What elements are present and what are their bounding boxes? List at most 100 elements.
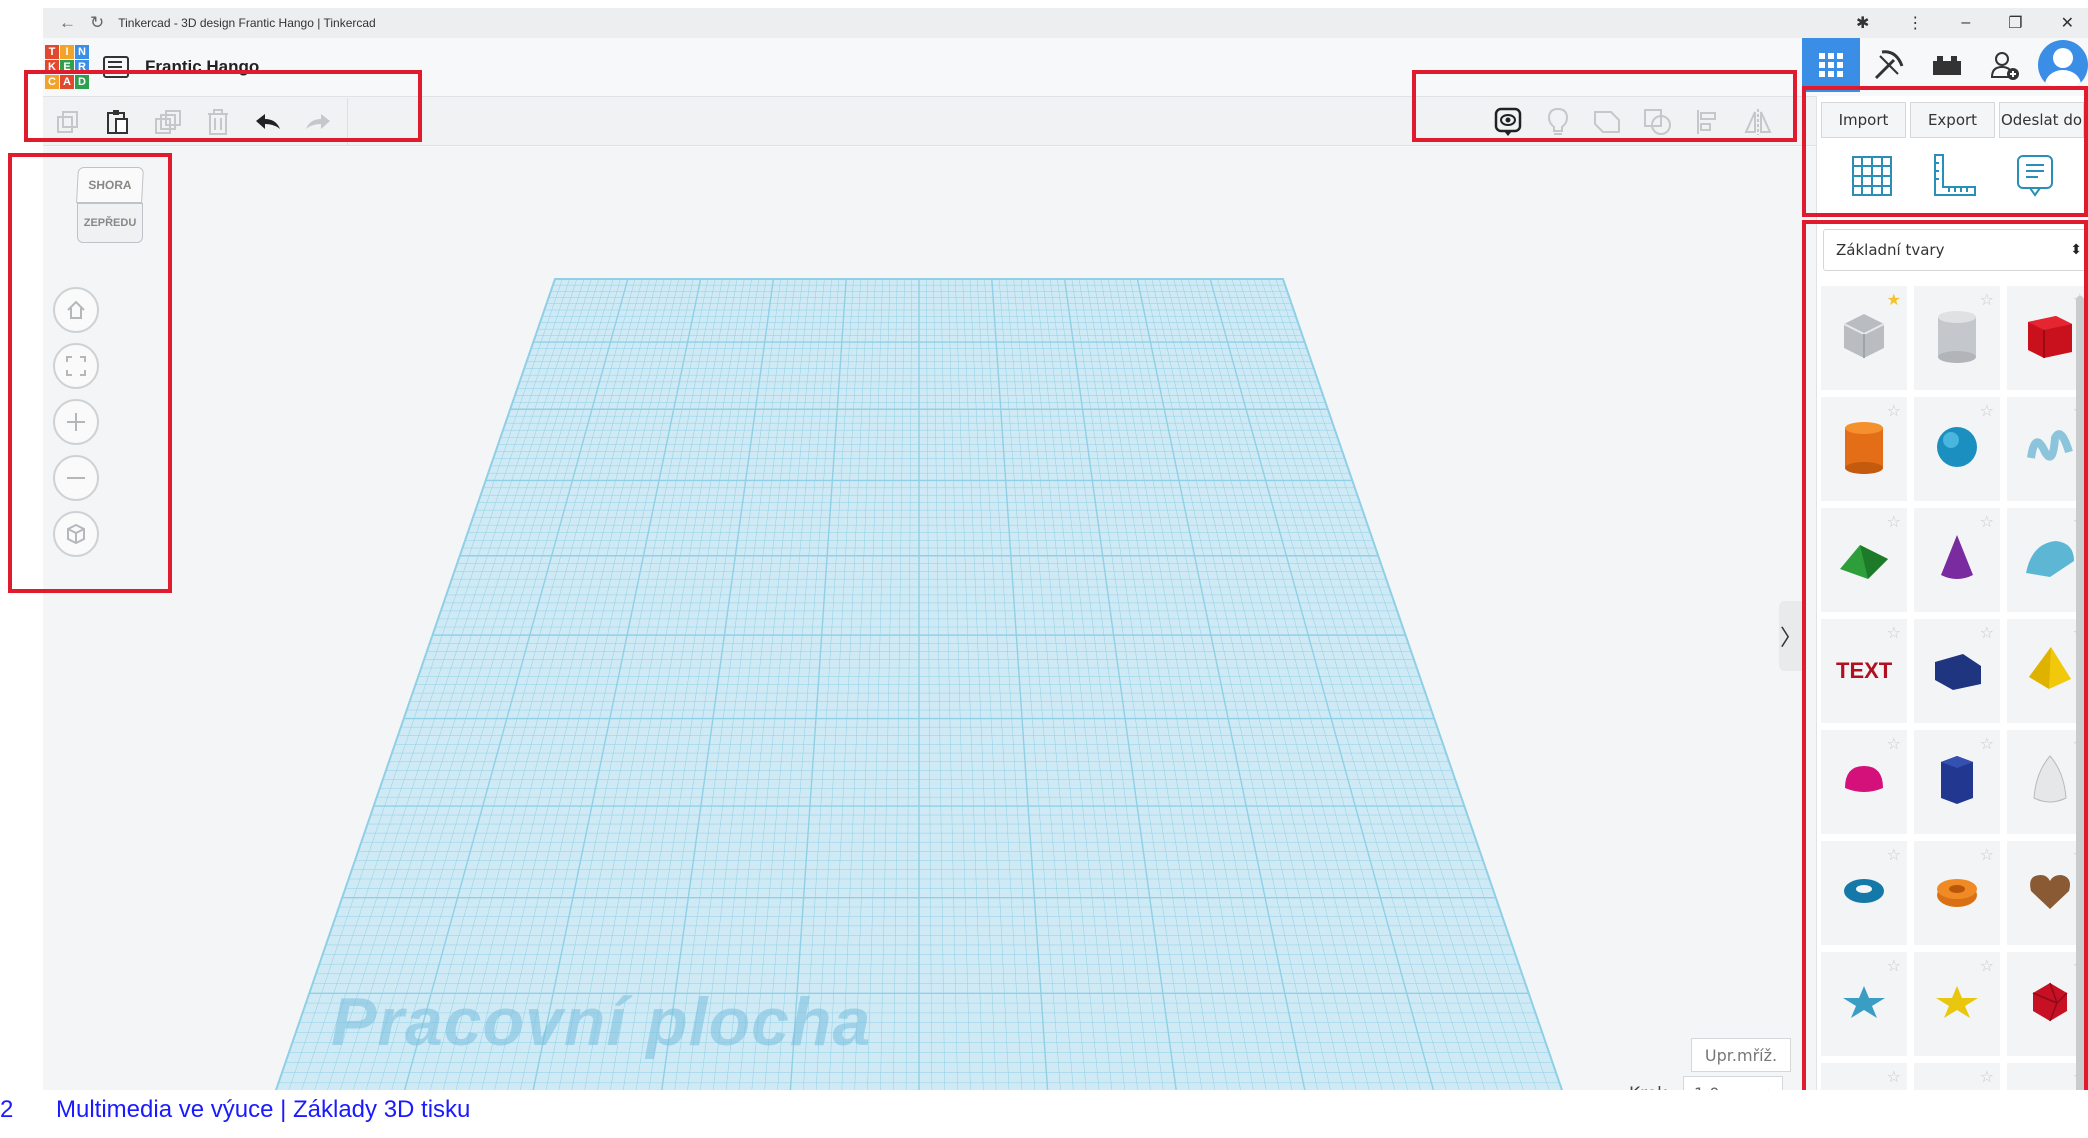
collapse-panel-button[interactable]: 〉	[1779, 601, 1803, 671]
view-cube-top-face[interactable]: SHORA	[76, 167, 144, 203]
duplicate-icon	[155, 110, 181, 134]
favorite-star-icon[interactable]: ★	[1887, 290, 1901, 310]
note-icon	[2016, 154, 2053, 197]
workplane-tool-button[interactable]	[1849, 153, 1895, 204]
ungroup-icon	[1644, 109, 1671, 135]
user-avatar[interactable]	[2038, 40, 2088, 90]
favorite-star-icon[interactable]: ☆	[1887, 956, 1901, 976]
minimize-icon[interactable]: –	[1961, 14, 1970, 32]
favorite-star-icon[interactable]: ☆	[1887, 401, 1901, 421]
favorite-star-icon[interactable]: ☆	[1980, 1067, 1994, 1087]
cylinder-hole-icon	[1932, 307, 1982, 370]
pyramid-icon	[2025, 643, 2075, 700]
fit-view-button[interactable]	[53, 343, 99, 389]
menu-dots-icon[interactable]: ⋮	[1907, 13, 1923, 33]
favorite-star-icon[interactable]: ☆	[1980, 956, 1994, 976]
shapes-scrollbar[interactable]	[2076, 296, 2084, 1106]
paste-icon	[107, 110, 128, 134]
shape-category-select[interactable]: Základní tvary ⬍	[1823, 229, 2088, 271]
ungroup-button[interactable]	[1633, 98, 1683, 146]
bricks-mode-button[interactable]	[1918, 38, 1976, 92]
shape-category-value: Základní tvary	[1836, 241, 1945, 259]
shape-tile-tube[interactable]: ☆	[1914, 841, 2000, 945]
shape-tile-wedge[interactable]: ☆	[1914, 619, 2000, 723]
zoom-in-button[interactable]	[53, 399, 99, 445]
redo-button[interactable]	[293, 98, 343, 146]
favorite-star-icon[interactable]: ☆	[1980, 734, 1994, 754]
shape-tile-text[interactable]: TEXT ☆	[1821, 619, 1907, 723]
edit-grid-button[interactable]: Upr.mříž.	[1691, 1038, 1791, 1072]
group-button[interactable]	[1583, 98, 1633, 146]
design-list-icon[interactable]	[103, 56, 129, 78]
favorite-star-icon[interactable]: ☆	[1887, 734, 1901, 754]
favorite-star-icon[interactable]: ☆	[1887, 512, 1901, 532]
workplane-label: Pracovní plocha	[331, 984, 872, 1060]
favorite-star-icon[interactable]: ☆	[1887, 623, 1901, 643]
design-name[interactable]: Frantic Hango	[145, 57, 259, 77]
favorite-star-icon[interactable]: ☆	[1980, 512, 1994, 532]
shape-tile-star-yellow[interactable]: ☆	[1914, 952, 2000, 1056]
3d-viewport[interactable]: Pracovní plocha SHORA ZEPŘEDU 〉 Upr.mříž…	[43, 147, 1816, 1127]
favorite-star-icon[interactable]: ☆	[1887, 1067, 1901, 1087]
export-button[interactable]: Export	[1910, 102, 1995, 138]
tinkercad-logo[interactable]: TIN KER CAD	[45, 45, 89, 89]
browser-nav: ← ↻	[59, 13, 104, 33]
favorite-star-icon[interactable]: ☆	[1980, 401, 1994, 421]
invite-user-button[interactable]	[1976, 38, 2034, 92]
window-title-bar: ← ↻ Tinkercad - 3D design Frantic Hango …	[43, 8, 2088, 38]
duplicate-button[interactable]	[143, 98, 193, 146]
logo-letter: K	[45, 60, 59, 74]
import-export-row: Import Export Odeslat do	[1817, 96, 2088, 138]
shape-tile-sphere[interactable]: ☆	[1914, 397, 2000, 501]
copy-button[interactable]	[43, 98, 93, 146]
favorite-star-icon[interactable]: ☆	[1980, 845, 1994, 865]
light-bulb-icon	[1547, 107, 1569, 135]
mirror-button[interactable]	[1733, 98, 1783, 146]
shape-tile-polygon[interactable]: ☆	[1914, 730, 2000, 834]
notes-tool-button[interactable]	[2014, 153, 2056, 204]
align-icon	[1697, 110, 1716, 134]
workplane-icon	[1852, 155, 1893, 196]
shape-tile-star[interactable]: ☆	[1821, 952, 1907, 1056]
shape-tile-torus[interactable]: ☆	[1821, 841, 1907, 945]
toolbar-separator	[347, 98, 348, 146]
undo-button[interactable]	[243, 98, 293, 146]
logo-letter: I	[60, 45, 74, 59]
perspective-toggle-button[interactable]	[53, 511, 99, 557]
view-cube[interactable]: SHORA ZEPŘEDU	[76, 167, 147, 251]
import-button[interactable]: Import	[1821, 102, 1906, 138]
shape-tile-roof[interactable]: ☆	[1821, 508, 1907, 612]
favorite-star-icon[interactable]: ☆	[1887, 845, 1901, 865]
light-bulb-button[interactable]	[1533, 98, 1583, 146]
zoom-out-button[interactable]	[53, 455, 99, 501]
3d-design-mode-button[interactable]	[1802, 38, 1860, 92]
logo-letter: T	[45, 45, 59, 59]
shape-tile-cylinder-hole[interactable]: ☆	[1914, 286, 2000, 390]
shape-tile-box-hole[interactable]: ★	[1821, 286, 1907, 390]
window-controls: ✱ ⋮ – ❐ ✕	[1856, 8, 2074, 38]
back-icon[interactable]: ←	[59, 13, 76, 33]
delete-button[interactable]	[193, 98, 243, 146]
shape-tile-cone[interactable]: ☆	[1914, 508, 2000, 612]
heart-icon	[2025, 869, 2075, 918]
align-button[interactable]	[1683, 98, 1733, 146]
shape-tile-cylinder[interactable]: ☆	[1821, 397, 1907, 501]
blocks-mode-button[interactable]	[1860, 38, 1918, 92]
favorite-star-icon[interactable]: ☆	[1980, 290, 1994, 310]
extensions-icon[interactable]: ✱	[1856, 13, 1869, 33]
window-title: Tinkercad - 3D design Frantic Hango | Ti…	[118, 16, 376, 30]
view-cube-front-face[interactable]: ZEPŘEDU	[77, 203, 143, 243]
send-to-button[interactable]: Odeslat do	[1999, 102, 2084, 138]
logo-letter: C	[45, 75, 59, 89]
reload-icon[interactable]: ↻	[90, 13, 104, 33]
workplane-grid[interactable]	[43, 147, 1816, 1127]
ruler-tool-button[interactable]	[1931, 153, 1977, 204]
restore-icon[interactable]: ❐	[2008, 13, 2022, 33]
home-view-button[interactable]	[53, 287, 99, 333]
shape-tile-half-sphere[interactable]: ☆	[1821, 730, 1907, 834]
show-notes-button[interactable]	[1483, 98, 1533, 146]
close-icon[interactable]: ✕	[2061, 13, 2074, 33]
paste-button[interactable]	[93, 98, 143, 146]
caption-link[interactable]: Multimedia ve výuce | Základy 3D tisku	[56, 1096, 470, 1124]
favorite-star-icon[interactable]: ☆	[1980, 623, 1994, 643]
